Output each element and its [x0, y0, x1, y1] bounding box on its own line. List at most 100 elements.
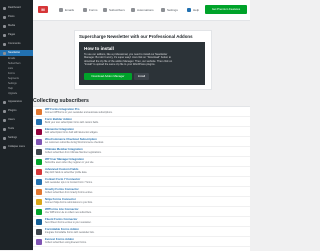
- sidebar-item[interactable]: Settings: [3, 135, 30, 141]
- addon-icon: [36, 219, 42, 225]
- addon-description: Connect Ninja Forms submissions to your …: [45, 201, 93, 204]
- addon-text: Advanced Custom Fields Map ACF fields to …: [45, 167, 88, 175]
- addon-text: Ninja Forms Connector Connect Ninja Forms…: [45, 197, 93, 205]
- sidebar-item[interactable]: Tools: [3, 126, 30, 132]
- menu-icon: [3, 118, 6, 122]
- sidebar-item[interactable]: Pages: [3, 32, 30, 38]
- list-item[interactable]: Advanced Custom Fields Map ACF fields to …: [33, 167, 250, 177]
- addon-icon: [36, 169, 42, 175]
- tab-help[interactable]: Help: [187, 6, 199, 14]
- tab-label: Forms: [89, 8, 98, 12]
- sidebar-subitem[interactable]: Upgrade: [8, 92, 33, 96]
- sidebar-subitem[interactable]: Settings: [8, 82, 33, 86]
- section-title: Collecting subscribers: [33, 98, 89, 104]
- addon-icon: [36, 129, 42, 135]
- sidebar-item[interactable]: Plugins: [3, 108, 30, 114]
- plugin-logo[interactable]: M: [38, 6, 48, 13]
- sidebar-item-label: Appearance: [8, 100, 22, 103]
- addon-description: Subscribe users when they register on yo…: [45, 161, 95, 164]
- list-item[interactable]: WooCommerce Checkout Subscription Let cus…: [33, 137, 250, 147]
- menu-icon: [3, 51, 6, 55]
- tab-label: Help: [193, 8, 200, 12]
- sidebar-item[interactable]: Users: [3, 117, 30, 123]
- list-item[interactable]: Formidable Forms Addon Integrate Formidab…: [33, 227, 250, 237]
- list-item[interactable]: Elementor Integration Add subscription fo…: [33, 127, 250, 137]
- menu-icon: [3, 42, 6, 46]
- sidebar-subitem[interactable]: Help: [8, 87, 33, 91]
- automation-icon: [131, 8, 135, 12]
- addon-icon: [36, 139, 42, 145]
- addon-text: WP User Manager Integration Subscribe use…: [45, 157, 95, 165]
- list-item[interactable]: Gravity Forms Connector Collect subscribe…: [33, 187, 250, 197]
- sidebar-item[interactable]: Comments: [3, 41, 30, 47]
- tab-label: Subscribers: [109, 8, 125, 12]
- sidebar-item[interactable]: Collapse menu: [3, 144, 30, 150]
- tab-label: Automations: [137, 8, 154, 12]
- addon-icon: [36, 199, 42, 205]
- addon-text: Form Builder Addon Build your own subscri…: [45, 117, 99, 125]
- addon-description: Let customers subscribe during WooCommer…: [45, 141, 104, 144]
- tab-settings[interactable]: Settings: [161, 6, 178, 14]
- menu-icon: [3, 136, 6, 140]
- addon-icon: [36, 119, 42, 125]
- sidebar-subitem[interactable]: Emails: [8, 57, 33, 61]
- tab-emails[interactable]: Emails: [59, 6, 74, 14]
- addon-description: Collect subscribers using Everest Forms.: [45, 241, 87, 244]
- help-icon: [187, 8, 191, 12]
- addon-text: Elementor Integration Add subscription fo…: [45, 127, 98, 135]
- menu-icon: [3, 24, 6, 28]
- sidebar-subitem[interactable]: Lists: [8, 67, 33, 71]
- upsell-panel: Supercharge Newsletter with our Professi…: [74, 30, 212, 90]
- tab-forms[interactable]: Forms: [83, 6, 98, 14]
- list-item[interactable]: Fluent Forms Connector Send Fluent Forms …: [33, 217, 250, 227]
- addon-icon: [36, 229, 42, 235]
- list-item[interactable]: WP User Manager Integration Subscribe use…: [33, 157, 250, 167]
- addon-text: WPForms Lite Connector Use WPForms Lite t…: [45, 207, 92, 215]
- addon-icon: [36, 149, 42, 155]
- addon-icon: [36, 159, 42, 165]
- menu-icon: [3, 145, 6, 149]
- sidebar-subitem[interactable]: Segments: [8, 77, 33, 81]
- install-text: To use our addons, like a professional, …: [84, 53, 173, 67]
- install-button[interactable]: Install: [134, 73, 149, 80]
- sidebar-item-label: Media: [8, 24, 16, 27]
- users-icon: [103, 8, 107, 12]
- addon-icon: [36, 189, 42, 195]
- sidebar-item-label: Pages: [8, 33, 16, 36]
- addon-icon: [36, 209, 42, 215]
- sidebar-item[interactable]: Newsletter: [0, 50, 33, 56]
- sidebar-item[interactable]: Posts: [3, 14, 30, 20]
- tab-subscribers[interactable]: Subscribers: [103, 6, 125, 14]
- get-premium-button[interactable]: Get Premium Features: [205, 5, 247, 14]
- sidebar-item[interactable]: Appearance: [3, 99, 30, 105]
- list-item[interactable]: Everest Forms Addon Collect subscribers u…: [33, 237, 250, 247]
- sidebar-item[interactable]: Dashboard: [3, 5, 30, 11]
- tab-automations[interactable]: Automations: [131, 6, 154, 14]
- addon-text: WP Forms Integration Pro Connect WPForms …: [45, 107, 113, 115]
- sidebar-subitem[interactable]: Subscribers: [8, 62, 33, 66]
- addon-description: Collect subscribers from Ultimate Member…: [45, 151, 102, 154]
- sidebar-subitem[interactable]: Forms: [8, 72, 33, 76]
- menu-icon: [3, 15, 6, 19]
- list-item[interactable]: Ultimate Member Integration Collect subsc…: [33, 147, 250, 157]
- sidebar-item-label: Plugins: [8, 109, 17, 112]
- addon-text: Everest Forms Addon Collect subscribers u…: [45, 237, 87, 245]
- sidebar-item-label: Dashboard: [8, 6, 21, 9]
- install-instructions-box: How to install To use our addons, like a…: [79, 42, 205, 85]
- addon-text: WooCommerce Checkout Subscription Let cus…: [45, 137, 104, 145]
- addon-list: WP Forms Integration Pro Connect WPForms …: [33, 106, 250, 251]
- list-item[interactable]: Form Builder Addon Build your own subscri…: [33, 117, 250, 127]
- addon-description: Map ACF fields to subscriber profile dat…: [45, 171, 88, 174]
- list-item[interactable]: Contact Form 7 Connector Add newsletter o…: [33, 177, 250, 187]
- sidebar-item[interactable]: Media: [3, 23, 30, 29]
- menu-icon: [3, 33, 6, 37]
- form-icon: [83, 8, 87, 12]
- list-item[interactable]: Ninja Forms Connector Connect Ninja Forms…: [33, 197, 250, 207]
- list-item[interactable]: WPForms Lite Connector Use WPForms Lite t…: [33, 207, 250, 217]
- addon-icon: [36, 179, 42, 185]
- list-item[interactable]: WP Forms Integration Pro Connect WPForms …: [33, 107, 250, 117]
- addon-description: Connect WPForms to your newsletter and a…: [45, 111, 113, 114]
- sidebar-item-label: Settings: [8, 136, 18, 139]
- addon-text: Formidable Forms Addon Integrate Formidab…: [45, 227, 94, 235]
- download-addon-manager-button[interactable]: Download Addon Manager: [84, 73, 132, 80]
